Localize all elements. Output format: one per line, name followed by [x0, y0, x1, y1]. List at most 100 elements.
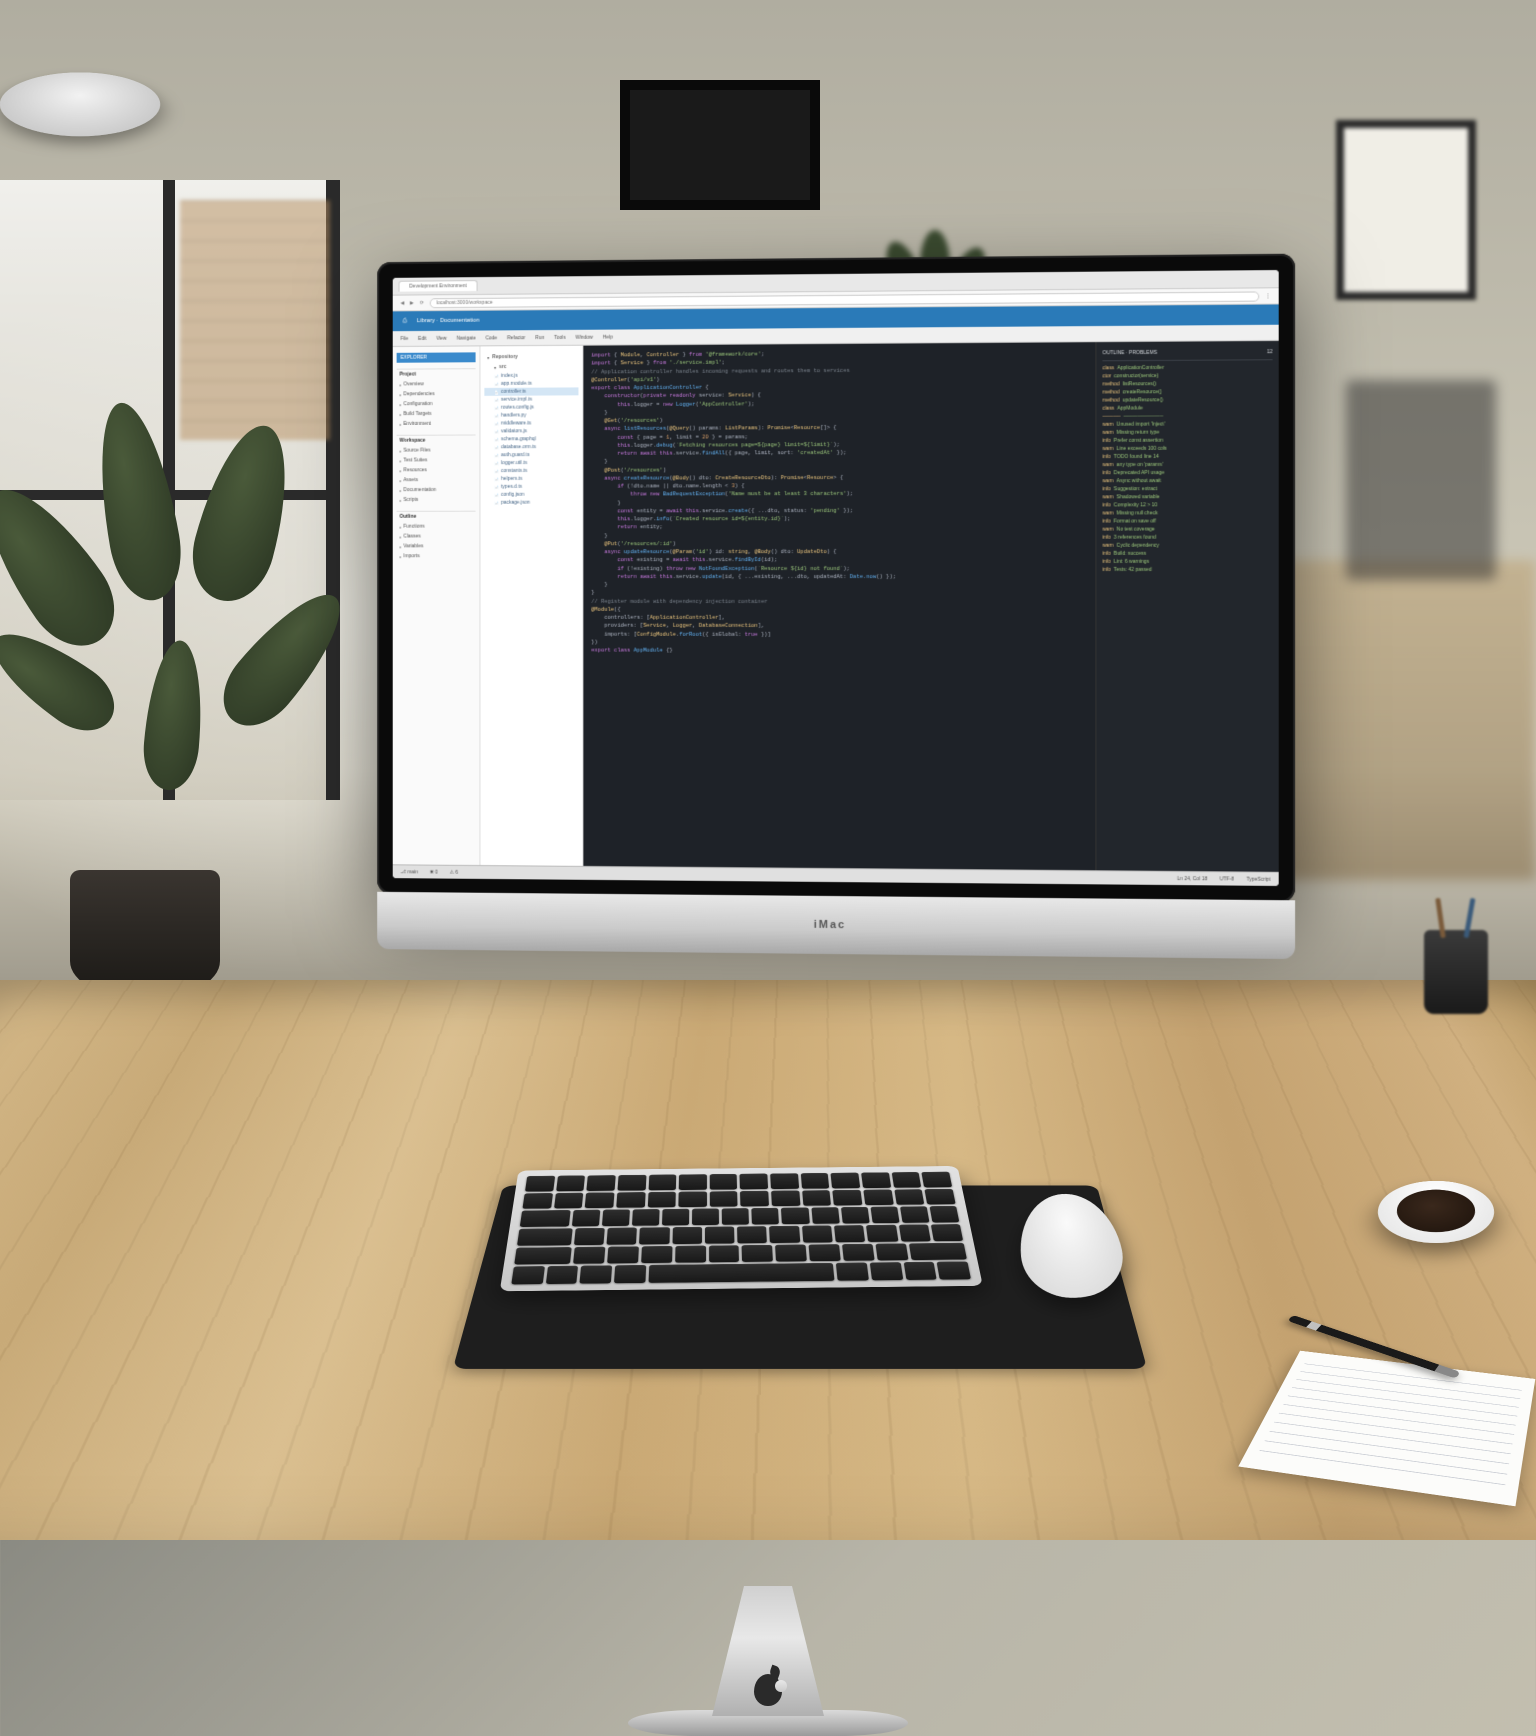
filetree-header[interactable]: Repository [484, 352, 578, 363]
menu-icon[interactable]: ⋮ [1265, 293, 1270, 299]
sidebar-item[interactable]: Source Files [397, 445, 476, 455]
git-branch[interactable]: ⎇ main [401, 869, 419, 875]
menu-refactor[interactable]: Refactor [507, 335, 526, 341]
browser-tab[interactable]: Development Environment [399, 280, 478, 292]
file-tree: Repository src index.jsapp.module.tscont… [480, 346, 583, 866]
keyboard-key [802, 1190, 831, 1206]
code-line[interactable]: } [591, 589, 1087, 597]
keyboard-key [556, 1175, 585, 1191]
main-area: EXPLORER ProjectOverviewDependenciesConf… [393, 341, 1279, 872]
sidebar-item[interactable]: Documentation [397, 485, 476, 495]
keyboard-key [769, 1226, 800, 1243]
outline-entry[interactable]: warnMissing null check [1102, 509, 1272, 517]
code-line[interactable]: // Register module with dependency injec… [591, 597, 1087, 606]
code-line[interactable]: } [591, 581, 1087, 589]
outline-entry[interactable]: warnNo test coverage [1102, 525, 1272, 533]
keyboard-key [740, 1191, 769, 1207]
keyboard-key [641, 1246, 672, 1264]
menu-navigate[interactable]: Navigate [456, 335, 475, 341]
sidebar-item[interactable]: Test Suites [397, 455, 476, 465]
address-text: localhost:3000/workspace [436, 299, 492, 305]
keyboard-key [876, 1243, 909, 1260]
code-line[interactable]: if (!existing) throw new NotFoundExcepti… [591, 564, 1087, 572]
sidebar-item[interactable]: Imports [397, 551, 476, 561]
outline-entry[interactable]: warnCyclic dependency [1102, 542, 1272, 550]
menu-view[interactable]: View [436, 335, 446, 341]
sidebar-item[interactable]: Resources [397, 465, 476, 475]
keyboard-key [891, 1172, 921, 1188]
menu-window[interactable]: Window [575, 334, 593, 340]
keyboard-key [574, 1228, 605, 1245]
code-editor[interactable]: import { Module, Controller } from '@fra… [583, 342, 1095, 870]
keyboard-key [809, 1244, 841, 1261]
keyboard-key [770, 1173, 799, 1189]
keyboard-key [925, 1189, 956, 1205]
keyboard-key [648, 1263, 834, 1283]
code-line[interactable]: return await this.service.update(id, { .… [591, 573, 1087, 581]
code-line[interactable]: const existing = await this.service.find… [591, 556, 1087, 565]
file-item[interactable]: config.json [484, 491, 578, 499]
keyboard-key [572, 1210, 601, 1227]
file-item[interactable]: types.d.ts [484, 483, 578, 491]
keyboard-key [870, 1262, 903, 1280]
sidebar-item[interactable]: Functions [397, 522, 476, 532]
menu-help[interactable]: Help [603, 334, 613, 340]
back-icon[interactable]: ◀ [401, 300, 405, 306]
keyboard-key [937, 1262, 971, 1280]
keyboard-key [648, 1175, 676, 1191]
code-line[interactable]: async updateResource(@Param('id') id: st… [591, 548, 1087, 557]
outline-entry[interactable]: info3 references found [1102, 533, 1272, 541]
sidebar-section[interactable]: Workspace [397, 434, 476, 445]
outline-entry[interactable]: infoBuild: success [1102, 550, 1272, 558]
sidebar-item[interactable]: Variables [397, 541, 476, 551]
code-line[interactable]: export class AppModule {} [591, 647, 1087, 656]
keyboard-key [614, 1265, 646, 1283]
forward-icon[interactable]: ▶ [410, 300, 414, 306]
keyboard-key [866, 1225, 898, 1242]
keyboard-key [752, 1208, 780, 1224]
keyboard-key [511, 1266, 544, 1284]
keyboard-key [672, 1227, 702, 1244]
sidebar-section[interactable]: Project [397, 368, 476, 379]
keyboard-key [616, 1192, 645, 1208]
reload-icon[interactable]: ⟳ [420, 300, 424, 306]
menu-code[interactable]: Code [486, 335, 498, 341]
keyboard-key [831, 1173, 860, 1189]
file-item[interactable]: package.json [484, 499, 578, 507]
outline-entry[interactable]: infoFormat on save off [1102, 517, 1272, 525]
keyboard-key [801, 1173, 830, 1189]
language-mode[interactable]: TypeScript [1246, 876, 1270, 882]
sidebar-section[interactable]: Outline [397, 511, 476, 522]
filetree-subfolder[interactable]: src [484, 362, 578, 372]
sidebar-item[interactable]: Environment [397, 419, 476, 429]
keyboard-key [602, 1210, 630, 1226]
keyboard-key [573, 1246, 605, 1264]
sidebar-item[interactable]: Classes [397, 531, 476, 541]
sidebar-item[interactable]: Assets [397, 475, 476, 485]
cursor-position[interactable]: Ln 24, Col 18 [1177, 875, 1207, 881]
outline-entry[interactable]: infoLint: 6 warnings [1102, 558, 1272, 566]
file-encoding[interactable]: UTF-8 [1220, 876, 1234, 882]
keyboard-key [903, 1262, 937, 1280]
keyboard [500, 1166, 983, 1291]
menu-file[interactable]: File [401, 336, 409, 342]
sidebar-item[interactable]: Dependencies [397, 389, 476, 399]
desk-plant-leaves [20, 380, 340, 900]
warning-count[interactable]: ⚠ 6 [450, 869, 458, 875]
keyboard-key [585, 1192, 614, 1208]
sidebar-item[interactable]: Overview [397, 379, 476, 389]
menu-edit[interactable]: Edit [418, 335, 426, 341]
sidebar-item[interactable]: Scripts [397, 495, 476, 505]
outline-entry[interactable]: infoTests: 42 passed [1102, 566, 1272, 574]
sidebar-item[interactable]: Configuration [397, 399, 476, 409]
keyboard-key [679, 1191, 707, 1207]
keyboard-key [833, 1190, 863, 1206]
menu-run[interactable]: Run [535, 335, 544, 341]
background-monitor [1346, 380, 1496, 580]
sidebar-item[interactable]: Build Targets [397, 409, 476, 419]
file-item[interactable]: helpers.ts [484, 475, 578, 483]
keyboard-key [710, 1191, 738, 1207]
error-count[interactable]: ✖ 0 [430, 869, 438, 875]
keyboard-key [922, 1172, 952, 1188]
menu-tools[interactable]: Tools [554, 334, 565, 340]
